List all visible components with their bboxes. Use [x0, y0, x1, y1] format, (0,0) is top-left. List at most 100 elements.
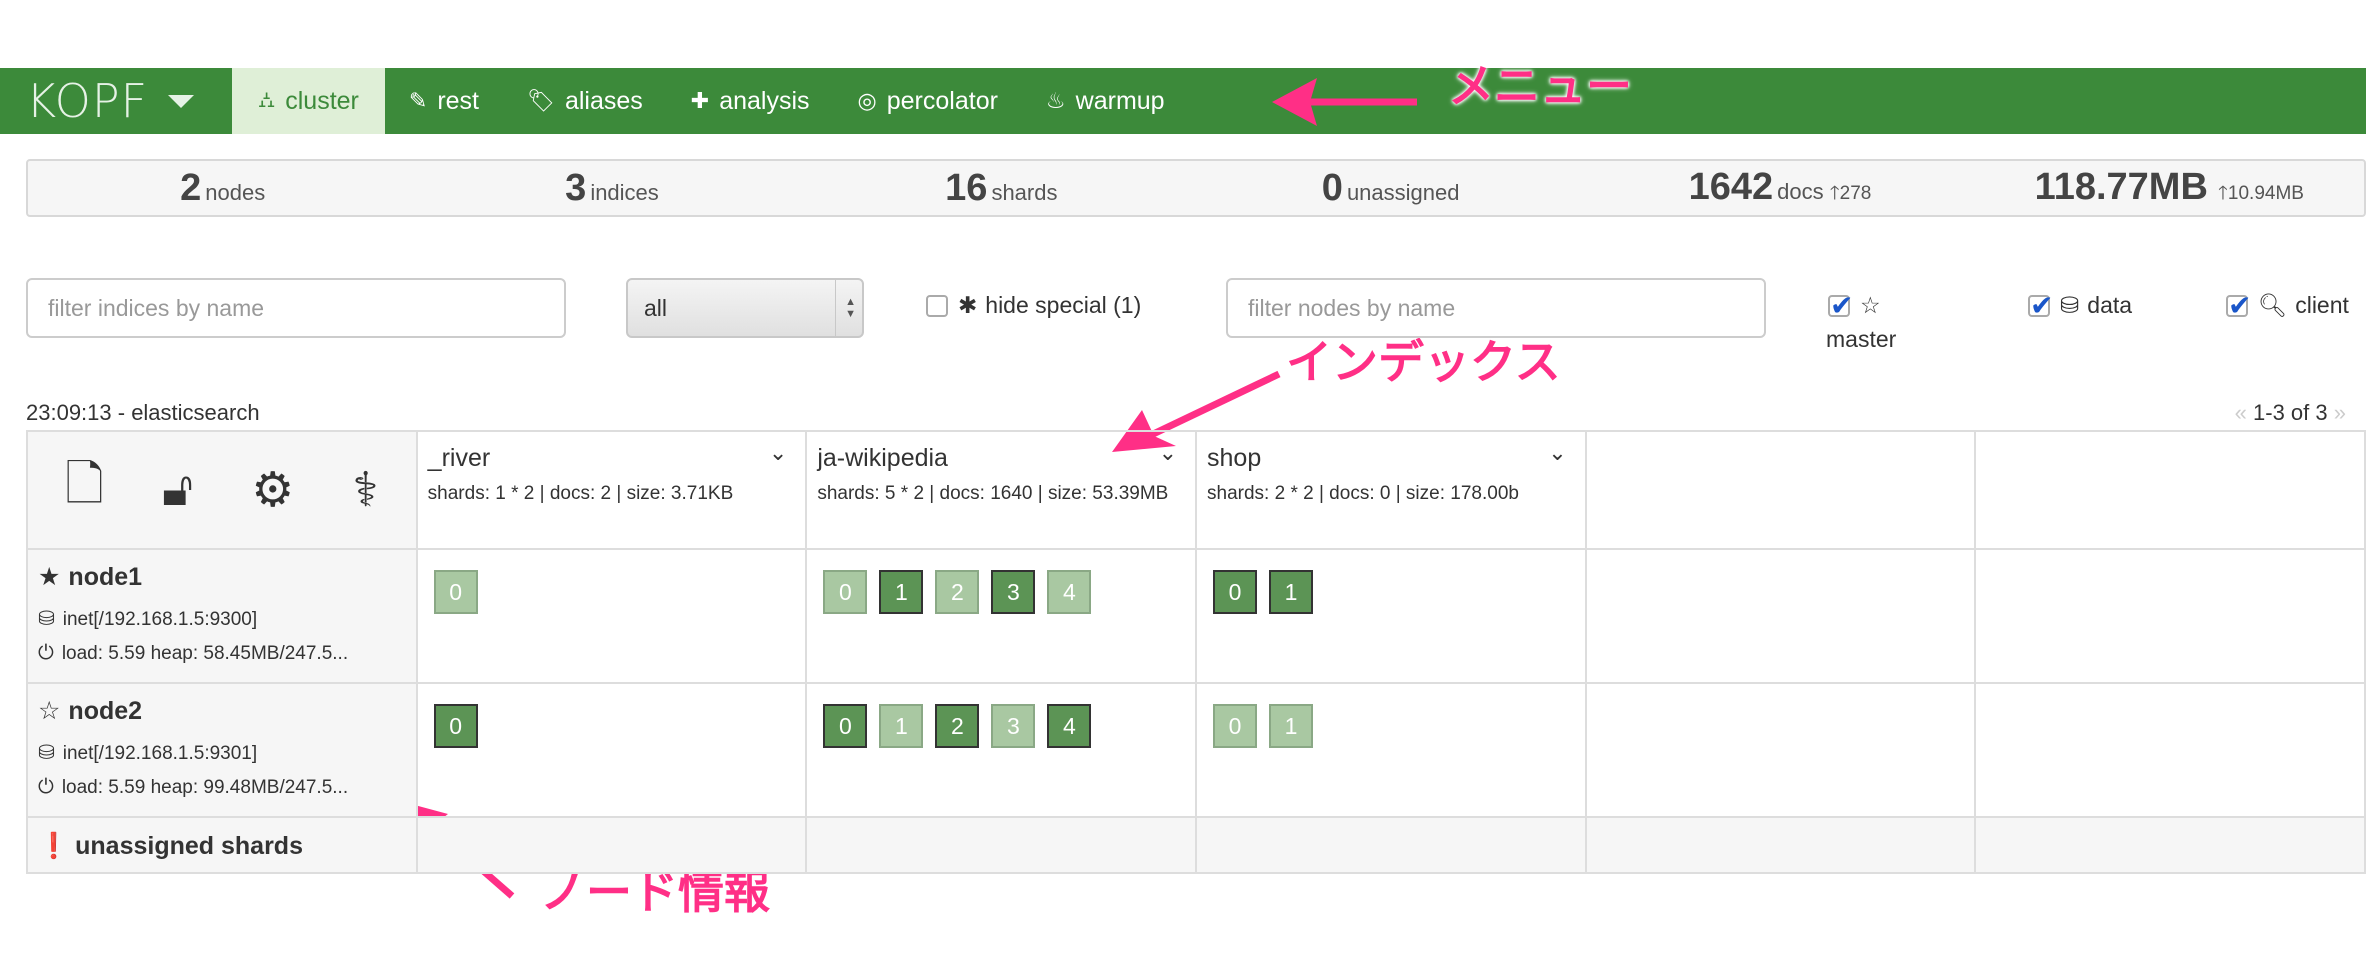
node-address: ⛁ inet[/192.168.1.5:9301]: [38, 742, 258, 764]
index-name[interactable]: shop: [1207, 444, 1261, 473]
client-checkbox[interactable]: [2226, 289, 2251, 322]
replica-shard[interactable]: 2: [935, 570, 980, 614]
shard-cell: 0: [417, 550, 808, 684]
index-name[interactable]: ja-wikipedia: [817, 444, 948, 473]
annotation-menu: メニュー: [1448, 59, 1632, 113]
stat-docs: 1642 docs 🡑278: [1688, 165, 1872, 208]
unassigned-shards-cell: ❗ unassigned shards: [28, 818, 418, 874]
pager: « 1-3 of 3 »: [2234, 400, 2346, 425]
index-meta: shards: 2 * 2 | docs: 0 | size: 178.00b: [1207, 483, 1519, 504]
shard-cell: 01234: [807, 684, 1198, 818]
node-info-cell: ☆ node2 ⛁ inet[/192.168.1.5:9301] ⏻ load: 5.5…: [28, 684, 418, 818]
cluster-stats-bar: 2 nodes 3 indices 16 shards 0 unassigned 164…: [26, 159, 2366, 217]
replica-shard[interactable]: 1: [879, 704, 924, 748]
primary-shard[interactable]: 0: [823, 704, 868, 748]
shard-cell: 01: [1197, 550, 1587, 684]
index-state-select[interactable]: all ▲ ▼: [626, 278, 864, 338]
prev-page-icon[interactable]: «: [2235, 400, 2247, 425]
nav-warmup[interactable]: ♨ warmup: [1022, 68, 1189, 134]
master-checkbox[interactable]: [1828, 289, 1853, 322]
nav-analysis[interactable]: ✚ analysis: [667, 68, 834, 134]
node-load: ⏻ load: 5.59 heap: 99.48MB/247.5...: [38, 776, 349, 798]
node-name[interactable]: ★ node1: [38, 562, 142, 592]
brand-logo: KOPF: [26, 74, 149, 128]
hide-special-checkbox[interactable]: [926, 294, 948, 317]
power-icon: ⏻: [38, 642, 54, 664]
node-load: ⏻ load: 5.59 heap: 58.45MB/247.5...: [38, 642, 349, 664]
nav-aliases[interactable]: 🏷 aliases: [503, 68, 667, 134]
select-arrows-icon: ▲ ▼: [845, 296, 856, 320]
brand-menu[interactable]: KOPF: [0, 68, 232, 134]
star-icon: ★: [38, 563, 61, 591]
annotation-arrow-menu: [1272, 78, 1417, 126]
primary-shard[interactable]: 1: [1269, 570, 1314, 614]
primary-shard[interactable]: 1: [879, 570, 924, 614]
unassigned-cell: [1586, 818, 1977, 874]
stat-unassigned: 0 unassigned: [1321, 166, 1460, 209]
index-header: shop ⌄ shards: 2 * 2 | docs: 0 | size: 178…: [1197, 432, 1587, 550]
replica-shard[interactable]: 3: [991, 704, 1036, 748]
empty-header-cell: [1586, 432, 1977, 550]
search-icon: 🔍︎: [2258, 292, 2288, 318]
stethoscope-icon[interactable]: ⚕: [353, 462, 379, 518]
index-meta: shards: 5 * 2 | docs: 1640 | size: 53.39…: [817, 483, 1169, 504]
puzzle-icon: ✚: [690, 88, 710, 113]
nav-cluster[interactable]: ⛼ cluster: [232, 68, 385, 134]
index-name[interactable]: _river: [428, 444, 491, 473]
shard-cell: 0: [417, 684, 808, 818]
power-icon: ⏻: [38, 776, 54, 798]
primary-shard[interactable]: 4: [1047, 704, 1092, 748]
client-option[interactable]: 🔍︎ client: [2226, 289, 2349, 322]
stat-indices: 3 indices: [565, 166, 659, 209]
sitemap-icon: ⛼: [258, 86, 276, 112]
primary-shard[interactable]: 0: [433, 704, 478, 748]
data-option[interactable]: ⛁ data: [2028, 289, 2132, 322]
node-info-cell: ★ node1 ⛁ inet[/192.168.1.5:9300] ⏻ load: 5.5…: [28, 550, 418, 684]
cluster-caption: 23:09:13 - elasticsearch: [26, 400, 260, 425]
node-row: ★ node1 ⛁ inet[/192.168.1.5:9300] ⏻ load: 5.5…: [28, 550, 2366, 684]
node-name[interactable]: ☆ node2: [38, 696, 142, 726]
replica-shard[interactable]: 0: [1213, 704, 1258, 748]
nav-rest[interactable]: ✎ rest: [385, 68, 503, 134]
stat-size: 118.77MB 🡑10.94MB: [2034, 165, 2304, 208]
arrow-up-icon: 🡑: [2218, 182, 2228, 204]
tags-icon: 🏷: [527, 88, 555, 113]
chevron-down-icon[interactable]: ⌄: [1159, 440, 1177, 466]
file-icon[interactable]: 🗋: [65, 450, 104, 531]
chevron-down-icon[interactable]: ⌄: [1548, 440, 1566, 466]
stat-nodes: 2 nodes: [180, 166, 266, 209]
hide-special-option[interactable]: ✱ hide special (1): [926, 292, 1141, 319]
node-row: ☆ node2 ⛁ inet[/192.168.1.5:9301] ⏻ load: 5.5…: [28, 684, 2366, 818]
primary-shard[interactable]: 3: [991, 570, 1036, 614]
stat-shards: 16 shards: [945, 166, 1058, 209]
edit-icon: ✎: [408, 88, 428, 113]
star-outline-icon: ☆: [1860, 292, 1881, 318]
empty-header-cell: [1976, 432, 2366, 550]
arrow-up-icon: 🡑: [1829, 182, 1840, 204]
shard-cell: [1586, 550, 1977, 684]
filter-nodes-input[interactable]: filter nodes by name: [1226, 278, 1766, 338]
chevron-down-icon[interactable]: ⌄: [769, 440, 787, 466]
filter-indices-input[interactable]: filter indices by name: [26, 278, 566, 338]
replica-shard[interactable]: 0: [823, 570, 868, 614]
unassigned-cell: [417, 818, 808, 874]
next-page-icon[interactable]: »: [2334, 400, 2346, 425]
shard-cell: 01: [1197, 684, 1587, 818]
replica-shard[interactable]: 1: [1269, 704, 1314, 748]
replica-shard[interactable]: 0: [433, 570, 478, 614]
shard-cell: [1976, 550, 2366, 684]
data-checkbox[interactable]: [2028, 289, 2053, 322]
shard-cell: [1976, 684, 2366, 818]
target-icon: ◎: [857, 88, 877, 113]
master-option[interactable]: ☆: [1828, 289, 1889, 322]
fire-icon: ♨: [1045, 88, 1066, 113]
primary-shard[interactable]: 0: [1213, 570, 1258, 614]
shard-cell: 01234: [807, 550, 1198, 684]
nav-percolator[interactable]: ◎ percolator: [834, 68, 1022, 134]
node-address: ⛁ inet[/192.168.1.5:9300]: [38, 608, 258, 630]
gear-icon[interactable]: ⚙: [251, 462, 294, 518]
unlock-icon[interactable]: 🔓︎: [162, 462, 193, 518]
replica-shard[interactable]: 4: [1047, 570, 1092, 614]
caret-down-icon: [168, 94, 195, 108]
primary-shard[interactable]: 2: [935, 704, 980, 748]
